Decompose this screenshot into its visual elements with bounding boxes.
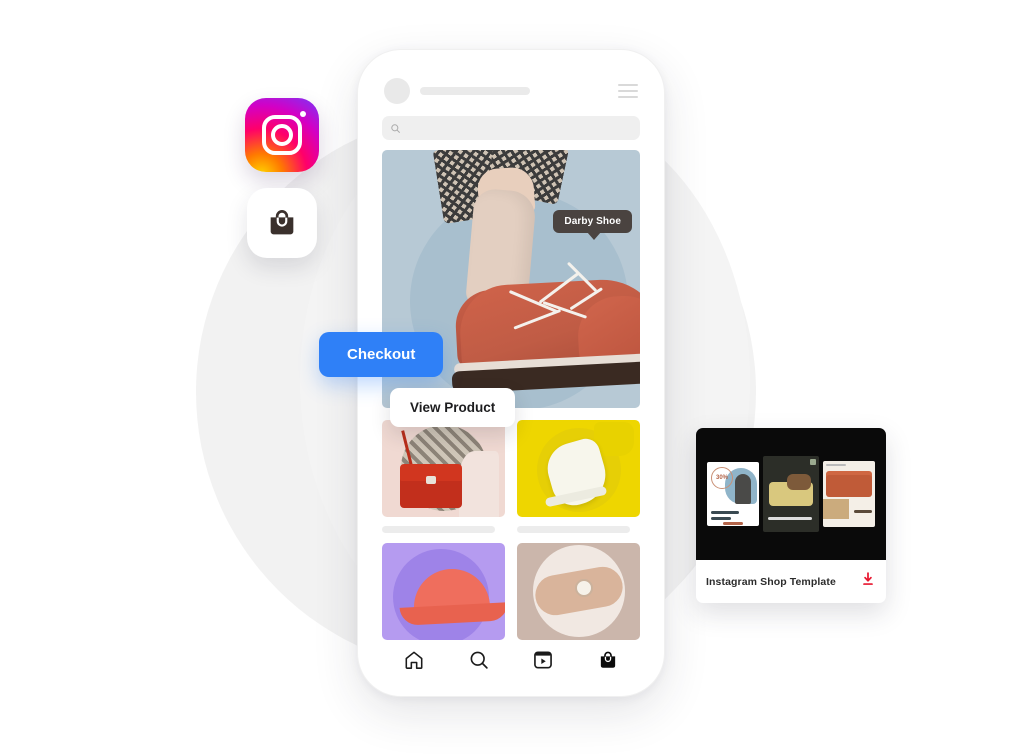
app-header <box>368 60 654 112</box>
discount-badge: 30% <box>711 467 733 489</box>
hamburger-line <box>618 84 638 86</box>
product-caption-placeholder <box>382 525 496 533</box>
template-thumb-3 <box>823 461 875 527</box>
shop-bag-icon <box>270 210 294 235</box>
checkout-button[interactable]: Checkout <box>319 332 444 377</box>
template-thumb-2 <box>763 456 819 532</box>
shoe-laces <box>500 261 640 361</box>
view-product-button[interactable]: View Product <box>390 388 516 427</box>
hamburger-line <box>618 96 638 98</box>
instagram-dot-glyph <box>300 111 306 117</box>
search-icon <box>470 651 488 669</box>
product-thumbnail <box>517 542 640 640</box>
product-card-sneaker[interactable] <box>517 419 640 533</box>
scene-root: Darby Shoe Checkout View Product 30% Ins… <box>0 0 1024 754</box>
nav-home[interactable] <box>403 649 425 676</box>
product-thumbnail <box>382 419 505 517</box>
product-thumbnail <box>517 419 640 517</box>
template-card-label: Instagram Shop Template <box>706 575 836 588</box>
search-icon <box>391 123 400 133</box>
product-card-cap[interactable] <box>382 542 505 640</box>
product-caption-placeholder <box>517 525 631 533</box>
template-preview: 30% <box>696 428 886 560</box>
page-title-placeholder <box>420 87 530 95</box>
instagram-app-icon[interactable] <box>245 98 319 172</box>
avatar[interactable] <box>384 78 410 104</box>
nav-reels[interactable] <box>532 649 554 676</box>
reels-icon <box>534 651 553 669</box>
template-card-footer: Instagram Shop Template <box>696 560 886 603</box>
hamburger-line <box>618 90 638 92</box>
nav-shop[interactable] <box>597 649 619 676</box>
home-icon <box>405 651 423 670</box>
template-card[interactable]: 30% Instagram Shop Template <box>696 428 886 603</box>
product-card-watch[interactable] <box>517 542 640 640</box>
shop-app-icon[interactable] <box>247 188 317 258</box>
search-bar-wrap <box>368 112 654 150</box>
instagram-lens-glyph <box>271 124 293 146</box>
product-card-bag[interactable] <box>382 419 505 533</box>
product-tooltip: Darby Shoe <box>553 210 632 240</box>
shop-bag-icon <box>600 651 615 668</box>
hamburger-icon[interactable] <box>618 84 638 98</box>
product-grid <box>368 408 654 640</box>
nav-search[interactable] <box>468 649 490 676</box>
product-thumbnail <box>382 542 505 640</box>
search-input[interactable] <box>382 116 640 140</box>
template-thumb-1: 30% <box>707 462 759 526</box>
bottom-nav <box>368 639 654 686</box>
download-icon[interactable] <box>860 571 876 592</box>
